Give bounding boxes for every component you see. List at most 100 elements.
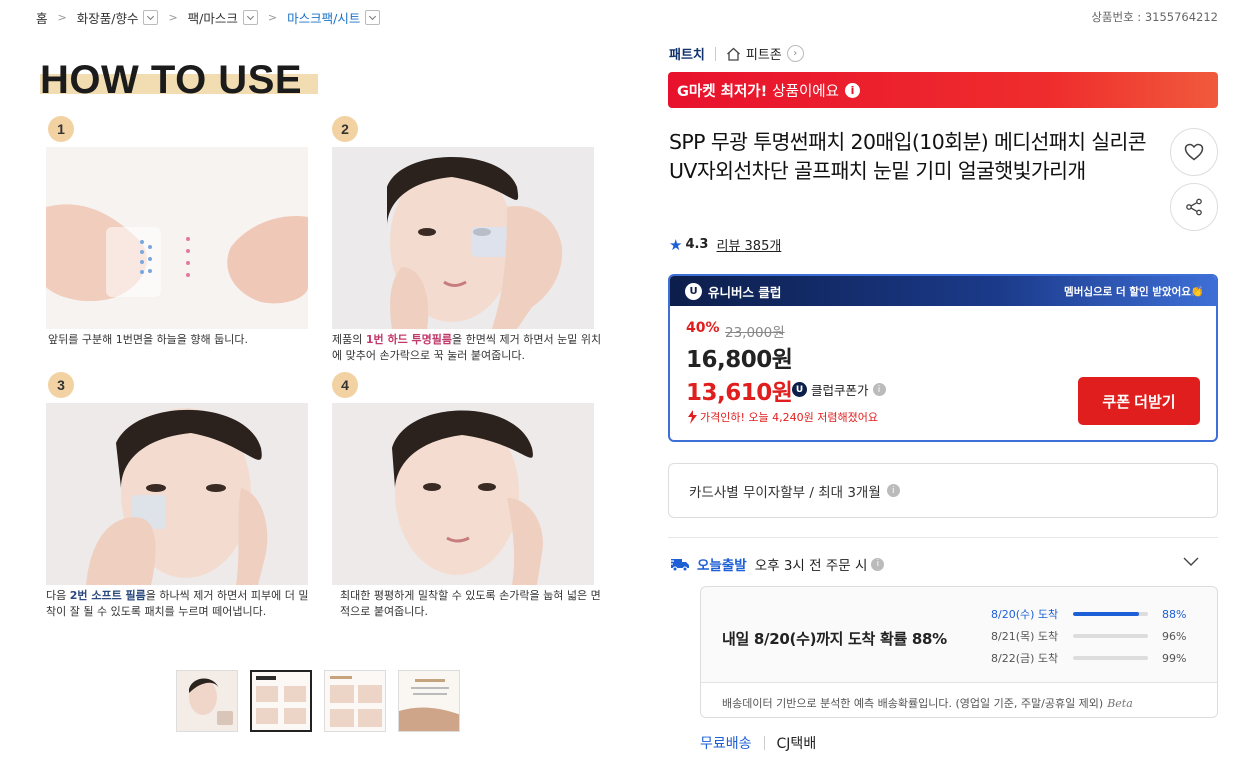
- breadcrumb-maskpack-sheet[interactable]: 마스크팩/시트: [287, 8, 360, 27]
- thumbnail-2-selected[interactable]: [250, 670, 312, 732]
- step-2-photo: [332, 147, 594, 329]
- breadcrumb-separator: >: [57, 10, 67, 24]
- club-header: U 유니버스 클럽 멤버십으로 더 할인 받았어요👏: [670, 276, 1216, 306]
- product-number: 상품번호 : 3155764212: [1091, 10, 1218, 24]
- caption-text: 최대한 평평하게 밀착할 수 있도록 손가락을 눕혀 넓은 면적으로 붙여줍니다…: [340, 589, 601, 618]
- probability-pct: 88%: [1162, 607, 1187, 621]
- rating-row: ★ 4.3 리뷰 385개: [669, 235, 781, 255]
- seller-bar: 패트치 피트존 ›: [669, 44, 804, 63]
- step-1-caption: 앞뒤를 구분해 1번면을 하늘을 향해 둡니다.: [48, 332, 318, 348]
- universe-logo-icon: U: [685, 282, 702, 300]
- rating-score: 4.3: [685, 237, 709, 252]
- price-drop-notice: 가격인하! 오늘 4,240원 저렴해졌어요: [686, 409, 878, 425]
- lowest-price-banner: G마켓 최저가! 상품이에요 i: [668, 72, 1218, 108]
- seller-name[interactable]: 패트치: [669, 44, 705, 63]
- delivery-probability-box: 내일 8/20(수)까지 도착 확률 88% 8/20(수) 도착 88% 8/…: [700, 586, 1218, 718]
- delivery-date: 8/21(목) 도착: [991, 630, 1059, 643]
- step-number: 4: [332, 372, 358, 398]
- info-icon[interactable]: i: [872, 383, 886, 396]
- shipping-row: 오늘출발 오후 3시 전 주문 시 i: [669, 554, 885, 574]
- breadcrumb-home[interactable]: 홈: [36, 8, 48, 27]
- club-label: 유니버스 클럽: [708, 284, 782, 300]
- installment-text: 카드사별 무이자할부 / 최대 3개월: [689, 484, 881, 501]
- caption-text: 앞뒤를 구분해 1번면을 하늘을 향해 둡니다.: [48, 333, 249, 346]
- probability-bar: [1073, 612, 1148, 616]
- banner-bold-text: G마켓 최저가!: [677, 83, 768, 100]
- caption-text: 다음: [46, 589, 70, 602]
- delivery-note: 배송데이터 기반으로 분석한 예측 배송확률입니다. (영업일 기준, 주말/공…: [701, 682, 1217, 717]
- info-icon[interactable]: i: [871, 557, 885, 571]
- share-button[interactable]: [1170, 183, 1218, 231]
- chevron-down-icon[interactable]: [365, 9, 381, 25]
- beta-label: Beta: [1107, 697, 1133, 710]
- info-icon[interactable]: i: [886, 484, 900, 497]
- breadcrumb: 홈 > 화장품/향수 > 팩/마스크 > 마스크팩/시트: [36, 8, 381, 27]
- delivery-date: 8/20(수) 도착: [991, 608, 1059, 621]
- shipping-method-row: 무료배송 CJ택배: [700, 733, 816, 753]
- club-coupon-label: 클럽쿠폰가: [811, 383, 869, 398]
- home-icon: [726, 47, 740, 61]
- delivery-date: 8/22(금) 도착: [991, 652, 1059, 665]
- price-down-arrow-icon: [688, 410, 697, 424]
- step-4-photo: [332, 403, 594, 585]
- info-icon[interactable]: i: [844, 82, 860, 98]
- truck-icon: [669, 559, 689, 572]
- shipping-cutoff: 오후 3시 전 주문 시: [754, 558, 868, 574]
- step-number: 1: [48, 116, 74, 142]
- get-more-coupons-button[interactable]: 쿠폰 더받기: [1078, 377, 1200, 425]
- caption-highlight: 1번 하드 투명필름: [365, 333, 453, 346]
- product-title: SPP 무광 투명썬패치 20매입(10회분) 메디선패치 실리콘 UV자외선차…: [669, 130, 1147, 183]
- club-coupon-price: 13,610원: [686, 380, 793, 406]
- product-main-image: HOW TO USE 1 앞뒤를 구분해 1번면을 하늘을 향해 둡니다. 2 …: [36, 44, 631, 634]
- installment-box[interactable]: 카드사별 무이자할부 / 최대 3개월 i: [668, 463, 1218, 518]
- probability-bar: [1073, 634, 1148, 638]
- star-icon: ★: [669, 235, 683, 254]
- chevron-right-icon: ›: [786, 45, 804, 62]
- review-link[interactable]: 리뷰 385개: [716, 235, 781, 254]
- chevron-down-icon[interactable]: [143, 9, 159, 25]
- free-shipping-label: 무료배송: [700, 736, 752, 752]
- seller-zone-label: 피트존: [745, 48, 782, 63]
- probability-fill: [1073, 612, 1139, 616]
- thumbnail-4[interactable]: [398, 670, 460, 732]
- thumbnail-strip: [176, 670, 460, 732]
- sale-price: 16,800원: [686, 347, 793, 373]
- wishlist-button[interactable]: [1170, 128, 1218, 176]
- universe-logo-icon: U: [792, 382, 807, 397]
- divider: [714, 46, 716, 61]
- breadcrumb-cosmetics[interactable]: 화장품/향수: [77, 8, 139, 27]
- probability-pct: 96%: [1162, 629, 1187, 643]
- discount-rate: 40%: [686, 320, 720, 336]
- caption-highlight: 2번 소프트 필름: [69, 589, 146, 602]
- howto-title: HOW TO USE: [40, 58, 303, 102]
- seller-zone-link[interactable]: 피트존 ›: [726, 44, 804, 63]
- today-shipping-label: 오늘출발: [697, 558, 747, 574]
- caption-text: 제품의: [332, 333, 366, 346]
- step-4-caption: 최대한 평평하게 밀착할 수 있도록 손가락을 눕혀 넓은 면적으로 붙여줍니다…: [340, 588, 610, 620]
- divider: [763, 736, 765, 750]
- thumbnail-3[interactable]: [324, 670, 386, 732]
- original-price: 23,000원: [725, 325, 785, 341]
- club-promo: 멤버십으로 더 할인 받았어요👏: [1064, 285, 1204, 298]
- delivery-note-text: 배송데이터 기반으로 분석한 예측 배송확률입니다. (영업일 기준, 주말/공…: [722, 697, 1104, 710]
- divider: [668, 537, 1218, 538]
- step-3-caption: 다음 2번 소프트 필름을 하나씩 제거 하면서 피부에 더 밀착이 잘 될 수…: [46, 588, 316, 620]
- delivery-headline: 내일 8/20(수)까지 도착 확률 88%: [722, 630, 947, 648]
- share-icon: [1186, 198, 1202, 216]
- step-2-caption: 제품의 1번 하드 투명필름을 한면씩 제거 하면서 눈밑 위치에 맞추어 손가…: [332, 332, 602, 364]
- step-3-photo: [46, 403, 308, 585]
- delivery-probability-list: 8/20(수) 도착 88% 8/21(목) 도착 96% 8/22(금) 도착…: [991, 603, 1201, 669]
- delivery-row: 8/21(목) 도착 96%: [991, 625, 1201, 647]
- step-number: 3: [48, 372, 74, 398]
- step-1-photo: [46, 147, 308, 329]
- universe-club-price-box: U 유니버스 클럽 멤버십으로 더 할인 받았어요👏 40% 23,000원 1…: [668, 274, 1218, 442]
- probability-pct: 99%: [1162, 651, 1187, 665]
- chevron-down-icon[interactable]: [242, 9, 258, 25]
- chevron-down-icon[interactable]: [1182, 552, 1200, 570]
- breadcrumb-separator: >: [267, 10, 278, 24]
- breadcrumb-separator: >: [168, 10, 178, 24]
- probability-bar: [1073, 656, 1148, 660]
- delivery-row: 8/20(수) 도착 88%: [991, 603, 1201, 625]
- breadcrumb-pack-mask[interactable]: 팩/마스크: [188, 8, 238, 27]
- thumbnail-1[interactable]: [176, 670, 238, 732]
